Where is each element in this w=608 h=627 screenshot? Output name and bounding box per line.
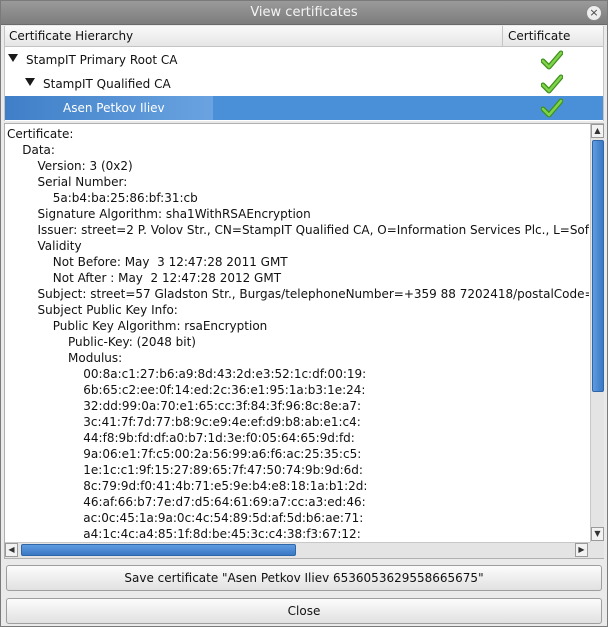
close-button[interactable]: Close	[6, 598, 602, 624]
scrollbar-corner	[590, 542, 604, 558]
check-icon	[541, 74, 563, 94]
scroll-right-arrow-icon[interactable]: ▶	[575, 543, 588, 557]
save-certificate-button[interactable]: Save certificate "Asen Petkov Iliev 6536…	[6, 565, 602, 591]
tree-row-label: StampIT Primary Root CA	[26, 53, 178, 67]
vertical-scrollbar[interactable]: ▲ ▼	[590, 124, 604, 542]
horizontal-scroll-thumb[interactable]	[21, 544, 296, 556]
scroll-down-arrow-icon[interactable]: ▼	[591, 527, 604, 541]
scroll-left-arrow-icon[interactable]: ◀	[5, 543, 18, 557]
certificate-tree: StampIT Primary Root CA StampIT Qualifie…	[4, 47, 604, 121]
scroll-up-arrow-icon[interactable]: ▲	[591, 124, 604, 138]
certificate-details-panel: Certificate: Data: Version: 3 (0x2) Seri…	[4, 123, 604, 559]
tree-header: Certificate Hierarchy Certificate	[4, 26, 604, 47]
view-certificates-window: View certificates × Certificate Hierarch…	[0, 0, 608, 627]
expander-expanded-icon[interactable]	[25, 78, 35, 86]
check-icon	[541, 50, 563, 70]
tree-row-root-ca[interactable]: StampIT Primary Root CA	[5, 48, 603, 72]
vertical-scroll-thumb[interactable]	[592, 140, 604, 392]
expander-expanded-icon[interactable]	[8, 54, 18, 62]
column-header-certificate[interactable]: Certificate	[504, 26, 604, 46]
window-title: View certificates	[250, 5, 358, 20]
tree-row-qualified-ca[interactable]: StampIT Qualified CA	[5, 72, 603, 96]
tree-row-label: StampIT Qualified CA	[43, 77, 171, 91]
check-icon	[541, 98, 563, 118]
column-header-hierarchy[interactable]: Certificate Hierarchy	[5, 26, 503, 46]
title-bar[interactable]: View certificates ×	[1, 1, 607, 25]
tree-row-label: Asen Petkov Iliev	[63, 101, 165, 115]
tree-row-user-certificate-selected[interactable]: Asen Petkov Iliev	[5, 96, 603, 120]
horizontal-scrollbar[interactable]: ◀ ▶	[5, 542, 590, 558]
window-close-icon[interactable]: ×	[586, 5, 602, 21]
certificate-details-text[interactable]: Certificate: Data: Version: 3 (0x2) Seri…	[5, 124, 589, 542]
